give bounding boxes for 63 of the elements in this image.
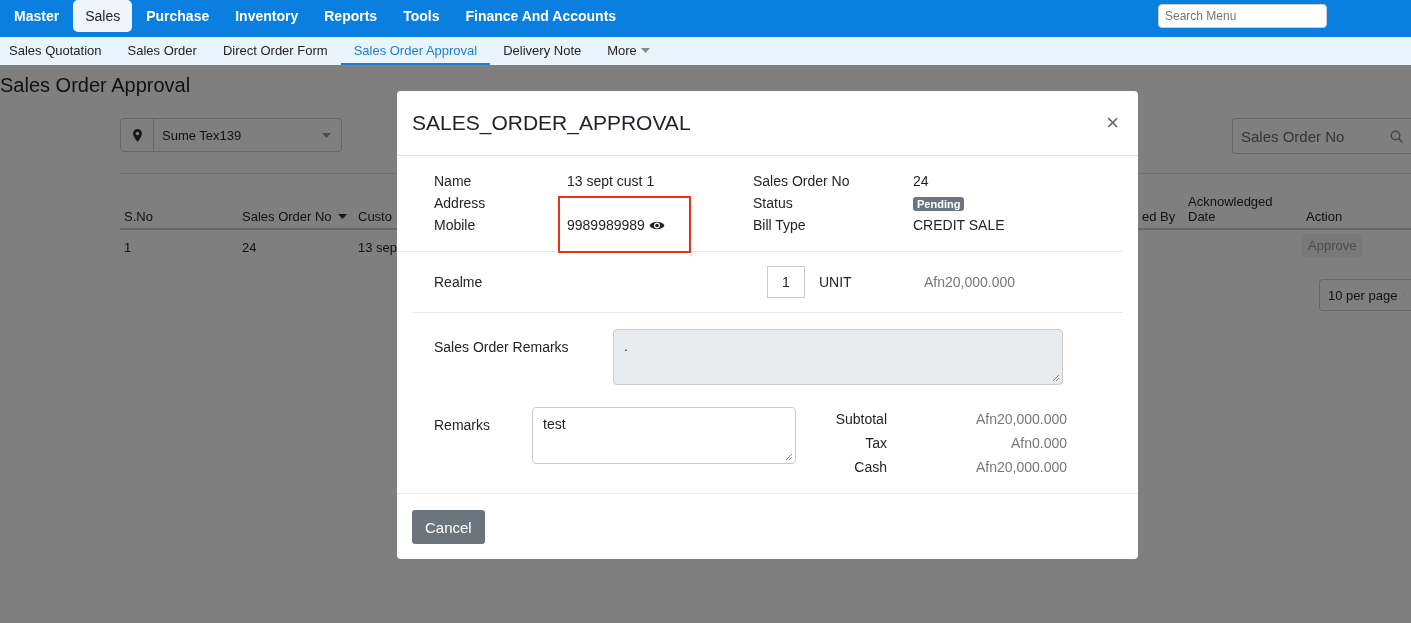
sub-nav-tab[interactable]: Direct Order Form — [209, 37, 341, 65]
info-label: Name — [434, 173, 473, 189]
field-label: Remarks — [434, 416, 491, 435]
table-cell: 13 sep — [358, 240, 398, 255]
item-price: Afn20,000.000 — [924, 274, 1017, 290]
page-title: Sales Order Approval — [0, 73, 192, 97]
quantity-field[interactable]: 1 — [767, 266, 805, 298]
search-field[interactable]: Sales Order No — [1232, 118, 1411, 154]
column-header: Custo — [358, 209, 392, 224]
search-placeholder: Sales Order No — [1241, 127, 1345, 145]
nav-item[interactable]: Inventory — [223, 0, 311, 32]
info-label: Sales Order No — [753, 173, 851, 189]
cancel-button[interactable]: Cancel — [412, 510, 485, 544]
modal-title: SALES_ORDER_APPROVAL — [412, 111, 691, 135]
resize-grip-icon[interactable] — [785, 453, 793, 461]
nav-item[interactable]: Purchase — [134, 0, 222, 32]
item-name: Realme — [434, 274, 484, 290]
column-header[interactable]: Sales Order No — [242, 209, 347, 224]
column-header: Acknowledged Date — [1188, 194, 1274, 224]
status-badge: Pending — [913, 197, 965, 211]
info-value: 9989989989 — [567, 217, 645, 233]
sub-nav-tab[interactable]: Delivery Note — [490, 37, 595, 65]
sub-nav-tab[interactable]: More — [594, 37, 663, 65]
nav-item[interactable]: Tools — [391, 0, 452, 32]
info-label: Address — [434, 195, 487, 211]
sub-nav-tab[interactable]: Sales Order — [114, 37, 210, 65]
column-header: ed By — [1142, 209, 1176, 224]
search-icon — [1390, 129, 1403, 143]
total-label: Tax — [864, 435, 887, 451]
caret-icon — [640, 47, 650, 53]
search-field[interactable]: Search Menu — [1158, 4, 1327, 28]
table-cell: 1 — [124, 240, 132, 255]
caret-icon — [322, 132, 331, 138]
field-label: Sales Order Remarks — [434, 338, 570, 357]
nav-item[interactable]: Sales — [73, 0, 133, 32]
branch-value: Sume Tex139 — [162, 127, 242, 143]
info-label: Mobile — [434, 217, 477, 233]
close-button[interactable]: × — [1102, 110, 1123, 136]
total-label: Cash — [853, 459, 887, 475]
info-value: CREDIT SALE — [913, 217, 1006, 233]
info-value: 24 — [913, 173, 930, 189]
total-label: Subtotal — [834, 411, 887, 427]
nav-item[interactable]: Reports — [312, 0, 390, 32]
total-value: Afn20,000.000 — [974, 459, 1067, 475]
total-value: Afn20,000.000 — [974, 411, 1067, 427]
nav-item[interactable]: Master — [2, 0, 72, 32]
sub-nav-tab[interactable]: Sales Quotation — [0, 37, 115, 65]
info-label: Bill Type — [753, 217, 807, 233]
column-header: S.No — [124, 209, 153, 224]
remarks-textarea[interactable]: test — [532, 407, 796, 464]
branch-select[interactable]: Sume Tex139 — [120, 118, 342, 152]
sort-caret-icon — [337, 214, 347, 219]
column-header: Action — [1306, 209, 1343, 224]
info-label: Status — [753, 195, 794, 211]
table-cell: 24 — [242, 240, 257, 255]
unit-label: UNIT — [819, 274, 853, 290]
total-value: Afn0.000 — [1009, 435, 1067, 451]
page-size-select[interactable]: 10 per page — [1319, 279, 1411, 311]
location-pin-icon — [132, 128, 142, 142]
info-value: 13 sept cust 1 — [567, 173, 656, 189]
eye-icon[interactable] — [648, 219, 665, 231]
nav-item[interactable]: Finance And Accounts — [453, 0, 629, 32]
sub-nav-tab[interactable]: Sales Order Approval — [340, 37, 491, 65]
